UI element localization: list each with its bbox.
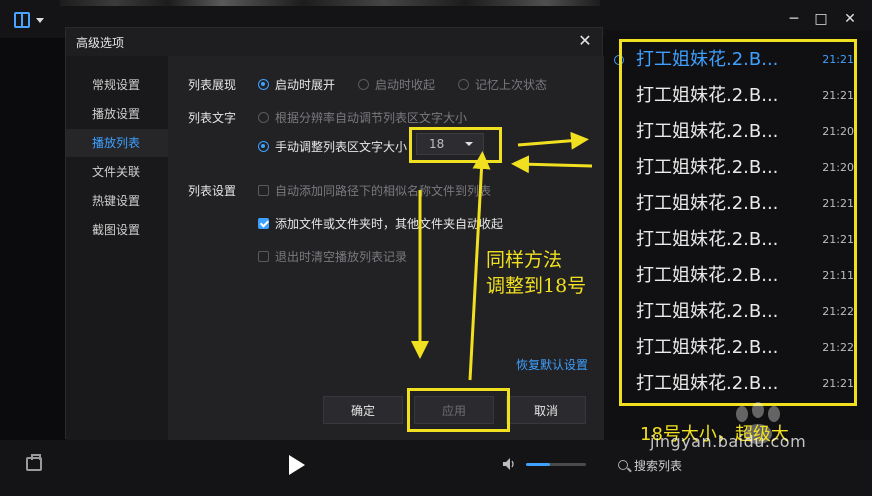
volume-icon[interactable] (502, 457, 516, 471)
playlist-item[interactable]: 打工姐妹花.2.B... 21:21 (636, 42, 856, 78)
section-label-settings: 列表设置 (188, 184, 237, 198)
playlist-item-time: 21:11 (822, 269, 854, 282)
option-label: 添加文件或文件夹时，其他文件夹自动收起 (275, 217, 504, 231)
nav-screenshot[interactable]: 截图设置 (66, 216, 168, 244)
playlist-item[interactable]: 打工姐妹花.2.B... 21:21 (636, 186, 856, 222)
option-label: 根据分辨率自动调节列表区文字大小 (275, 111, 468, 125)
playlist-item[interactable]: 打工姐妹花.2.B... 21:21 (636, 366, 856, 402)
playlist-item[interactable]: 打工姐妹花.2.B... 21:11 (636, 258, 856, 294)
instruction-annotation: 同样方法 调整到18号 (486, 247, 586, 299)
radio-indicator (258, 79, 269, 90)
option-label: 手动调整列表区文字大小 (275, 140, 408, 154)
playlist-item[interactable]: 打工姐妹花.2.B... 21:21 (636, 78, 856, 114)
playlist-item-title: 打工姐妹花.2.B... (636, 265, 779, 286)
playlist-search[interactable]: 搜索列表 (618, 452, 838, 478)
nav-playlist[interactable]: 播放列表 (66, 129, 168, 157)
playlist-item-title: 打工姐妹花.2.B... (636, 85, 779, 106)
instruction-line-1: 同样方法 (486, 249, 563, 271)
checkbox-add-similar-files[interactable]: 自动添加同路径下的相似名称文件到列表 (258, 182, 491, 199)
playlist-item[interactable]: 打工姐妹花.2.B... 21:20 (636, 150, 856, 186)
checkbox-indicator (258, 185, 269, 196)
playlist-item-title: 打工姐妹花.2.B... (636, 337, 779, 358)
checkbox-auto-collapse-folders[interactable]: 添加文件或文件夹时，其他文件夹自动收起 (258, 215, 503, 232)
nav-general[interactable]: 常规设置 (66, 71, 168, 99)
playlist-item-title: 打工姐妹花.2.B... (636, 301, 779, 322)
nav-hotkeys[interactable]: 热键设置 (66, 187, 168, 215)
option-label: 启动时展开 (275, 78, 336, 92)
playlist-item[interactable]: 打工姐妹花.2.B... 21:20 (636, 114, 856, 150)
instruction-line-2: 调整到18号 (486, 275, 587, 297)
playlist-item-time: 21:22 (822, 341, 854, 354)
playlist-highlight-box: 打工姐妹花.2.B... 21:21 打工姐妹花.2.B... 21:21 打工姐妹花.… (619, 39, 857, 406)
search-label: 搜索列表 (634, 458, 683, 473)
playlist-item[interactable]: 打工姐妹花.2.B... 21:22 (636, 294, 856, 330)
playlist-item-title: 打工姐妹花.2.B... (636, 49, 779, 70)
radio-indicator (458, 79, 469, 90)
chevron-down-icon (36, 17, 44, 23)
minimize-button[interactable]: ─ (784, 10, 804, 28)
radio-indicator (358, 79, 369, 90)
nav-file-association[interactable]: 文件关联 (66, 158, 168, 186)
playlist-item-title: 打工姐妹花.2.B... (636, 157, 779, 178)
playlist-item-time: 21:21 (822, 89, 854, 102)
radio-collapse-on-start[interactable]: 启动时收起 (358, 76, 435, 93)
settings-nav: 常规设置 播放设置 播放列表 文件关联 热键设置 截图设置 (66, 56, 168, 440)
radio-remember-state[interactable]: 记忆上次状态 (458, 76, 547, 93)
font-size-highlight-box (409, 127, 502, 163)
option-label: 退出时清空播放列表记录 (275, 250, 408, 264)
playlist-item-title: 打工姐妹花.2.B... (636, 229, 779, 250)
playlist-item-title: 打工姐妹花.2.B... (636, 373, 779, 394)
dialog-title: 高级选项 (76, 36, 125, 50)
checkbox-clear-on-exit[interactable]: 退出时清空播放列表记录 (258, 248, 407, 265)
radio-indicator (258, 141, 269, 152)
option-label: 启动时收起 (375, 78, 436, 92)
volume-level (526, 463, 550, 466)
playlist-item-title: 打工姐妹花.2.B... (636, 121, 779, 142)
radio-manual-text-size[interactable]: 手动调整列表区文字大小 (258, 138, 407, 155)
restore-defaults-link[interactable]: 恢复默认设置 (516, 356, 588, 373)
watermark-text: jingyan.baidu.com (650, 432, 807, 451)
ok-button[interactable]: 确定 (323, 396, 403, 424)
playlist-item-time: 21:20 (822, 161, 854, 174)
playlist-item[interactable]: 打工姐妹花.2.B... 21:22 (636, 330, 856, 366)
advanced-options-dialog: 高级选项 ✕ 常规设置 播放设置 播放列表 文件关联 热键设置 截图设置 列表展… (65, 27, 604, 440)
checkbox-indicator (258, 218, 269, 229)
option-label: 自动添加同路径下的相似名称文件到列表 (275, 184, 492, 198)
playlist-item-time: 21:21 (822, 377, 854, 390)
playlist-item-time: 21:21 (822, 53, 854, 66)
cancel-button[interactable]: 取消 (506, 396, 586, 424)
dialog-close-button[interactable]: ✕ (576, 32, 594, 50)
thumbnail-strip (60, 0, 600, 6)
maximize-button[interactable]: □ (811, 10, 831, 28)
radio-expand-on-start[interactable]: 启动时展开 (258, 76, 335, 93)
playlist-item-time: 21:21 (822, 233, 854, 246)
radio-auto-text-size[interactable]: 根据分辨率自动调节列表区文字大小 (258, 109, 467, 126)
checkbox-indicator (258, 251, 269, 262)
playlist-item-time: 21:21 (822, 197, 854, 210)
section-label-text: 列表文字 (188, 111, 237, 125)
playlist-item-time: 21:20 (822, 125, 854, 138)
close-window-button[interactable]: ✕ (840, 10, 860, 28)
playlist-item-title: 打工姐妹花.2.B... (636, 193, 779, 214)
nav-playback[interactable]: 播放设置 (66, 100, 168, 128)
radio-indicator (258, 112, 269, 123)
toolbox-icon[interactable] (26, 454, 42, 471)
option-label: 记忆上次状态 (475, 78, 548, 92)
playlist-item[interactable]: 打工姐妹花.2.B... 21:21 (636, 222, 856, 258)
search-icon (618, 460, 628, 470)
playlist-item-time: 21:22 (822, 305, 854, 318)
section-label-display: 列表展现 (188, 78, 237, 92)
main-menu-button[interactable] (14, 10, 50, 30)
player-logo-icon (14, 12, 30, 28)
apply-highlight-box (407, 388, 510, 432)
play-button[interactable] (289, 455, 305, 475)
